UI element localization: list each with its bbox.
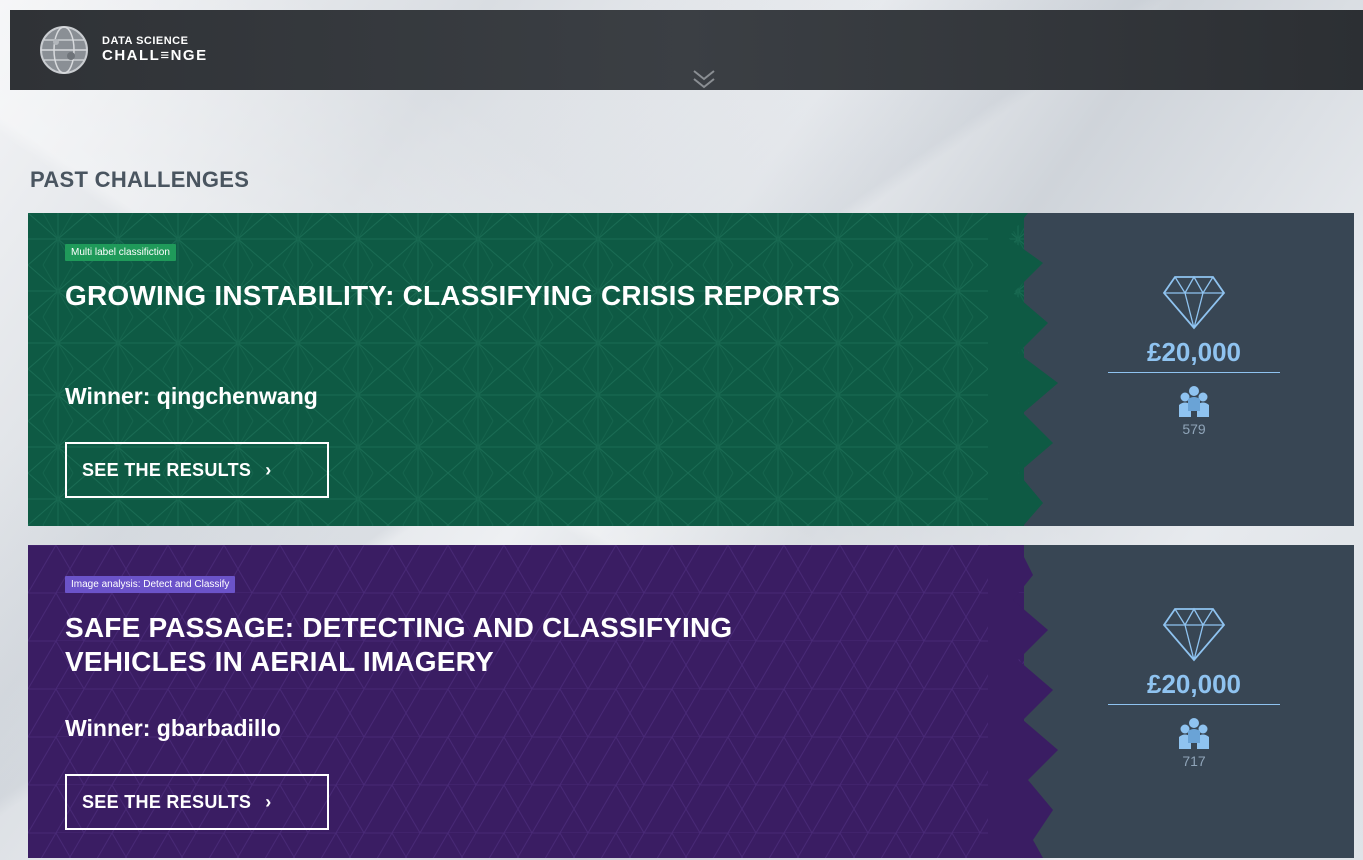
globe-logo-icon (40, 26, 88, 74)
site-logo[interactable]: DATA SCIENCE CHALL≡NGE (38, 24, 208, 76)
button-label: SEE THE RESULTS (82, 791, 252, 812)
prize-block: £20,000 579 (1108, 273, 1280, 437)
chevron-right-icon: › (265, 791, 272, 812)
challenge-title: GROWING INSTABILITY: CLASSIFYING CRISIS … (65, 280, 841, 311)
banner-edge (988, 545, 1058, 858)
button-label: SEE THE RESULTS (82, 459, 252, 480)
banner-edge (988, 213, 1058, 526)
prize-amount: £20,000 (1108, 669, 1280, 705)
challenge-title: SAFE PASSAGE: DETECTING AND CLASSIFYING … (65, 612, 733, 677)
chevron-right-icon: › (265, 459, 272, 480)
diamond-icon (1162, 607, 1226, 662)
participants-icon (1179, 386, 1209, 417)
winner-label: Winner: qingchenwang (65, 383, 318, 409)
challenge-card: Image analysis: Detect and Classify SAFE… (28, 545, 1354, 858)
category-tag: Multi label classifiction (65, 244, 176, 261)
double-chevron-down-icon[interactable] (688, 66, 720, 96)
logo-line-2: CHALL≡NGE (102, 46, 208, 64)
see-results-button[interactable]: SEE THE RESULTS › (65, 442, 329, 498)
prize-amount: £20,000 (1108, 337, 1280, 373)
participants-icon (1179, 718, 1209, 749)
section-title: PAST CHALLENGES (30, 167, 250, 192)
diamond-icon (1162, 275, 1226, 330)
see-results-button[interactable]: SEE THE RESULTS › (65, 774, 329, 830)
challenge-card: Multi label classifiction GROWING INSTAB… (28, 213, 1354, 526)
prize-block: £20,000 717 (1108, 605, 1280, 769)
winner-label: Winner: gbarbadillo (65, 715, 281, 741)
participant-count: 579 (1182, 421, 1206, 437)
top-bar: DATA SCIENCE CHALL≡NGE (10, 10, 1363, 90)
category-tag: Image analysis: Detect and Classify (65, 576, 236, 593)
participant-count: 717 (1182, 753, 1206, 769)
